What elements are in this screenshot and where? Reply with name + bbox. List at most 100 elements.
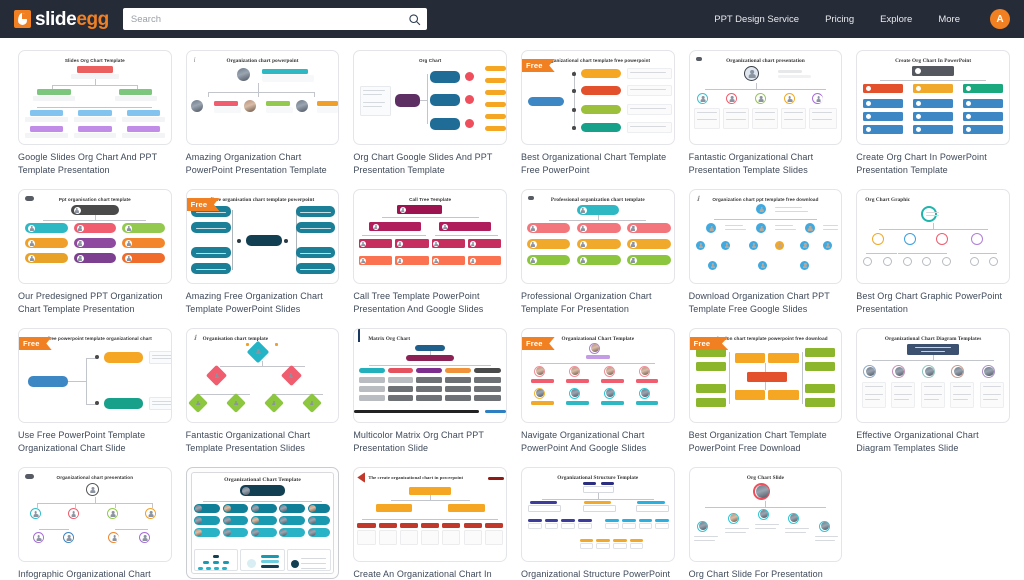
slide-heading: Organizational chart presentation [726,58,805,64]
template-thumbnail[interactable]: Free Organizational Chart Template [520,328,675,423]
template-title[interactable]: Navigate Organizational Chart PowerPoint… [521,429,675,454]
template-thumbnail[interactable]: ℹ Organization chart ppt template free d… [688,189,843,284]
template-thumbnail[interactable]: Organizational Chart Template [185,467,340,579]
template-card[interactable]: Free Use free powerpoint template organi… [18,328,172,454]
template-title[interactable]: Organizational Structure PowerPoint Temp… [521,568,675,580]
slide-heading: Org Chart Slide [746,475,785,481]
template-card[interactable]: Slides Org Chart Template Google Slides … [18,50,172,176]
bundle-slide-thumb[interactable] [193,549,239,571]
template-title[interactable]: Google Slides Org Chart And PPT Template… [18,151,172,176]
info-icon: ℹ [696,195,700,203]
template-title[interactable]: Call Tree Template PowerPoint Presentati… [353,290,507,315]
template-card[interactable]: The create organizational chart in power… [353,467,507,580]
template-card[interactable]: Matrix Org Chart Multicolor Matrix Org C… [353,328,507,454]
template-card[interactable]: Free Organizational chart template free … [520,50,675,176]
template-card[interactable]: Call Tree Template Call Tree Template Po… [353,189,507,315]
template-card[interactable]: ℹ Organisation chart template Fantastic … [185,328,340,454]
template-thumbnail[interactable]: Organizational chart presentation [688,50,843,145]
search-bar[interactable] [122,8,427,30]
template-title[interactable]: Org Chart Slide For Presentation Templat… [689,568,843,580]
thumbnail-art [690,64,842,142]
template-card[interactable]: Professional organization chart template [520,189,675,315]
template-title[interactable]: Amazing Organization Chart PowerPoint Pr… [186,151,340,176]
template-title[interactable]: Org Chart Google Slides And PPT Presenta… [353,151,507,176]
template-card[interactable]: Org Chart Slide Org Chart Slide For Pres… [688,467,843,580]
template-title[interactable]: Fantastic Organizational Chart Presentat… [689,151,843,176]
template-thumbnail[interactable]: Professional organization chart template [520,189,675,284]
slide-heading: Create Org Chart In PowerPoint [895,58,972,64]
template-thumbnail[interactable]: Free Free organisation chart template po… [185,189,340,284]
template-thumbnail[interactable]: i Organization chart powerpoint [185,50,340,145]
template-thumbnail[interactable]: Org Chart [353,50,507,145]
logo-text-slide: slide [35,8,77,30]
template-thumbnail[interactable]: Organizational chart presentation [18,467,172,562]
template-thumbnail[interactable]: Slides Org Chart Template [18,50,172,145]
search-input[interactable] [130,13,408,25]
nav-ppt-design-service[interactable]: PPT Design Service [714,14,799,25]
template-card[interactable]: Free Organization chart template powerpo… [688,328,843,454]
nav-explore[interactable]: Explore [880,14,912,25]
top-navbar: slideegg PPT Design Service Pricing Expl… [0,0,1024,38]
slide-heading: Organization chart powerpoint [226,58,299,64]
template-title[interactable]: Create An Organizational Chart In PowerP… [353,568,507,580]
template-thumbnail[interactable]: Org Chart Slide [688,467,843,562]
nav-pricing[interactable]: Pricing [825,14,854,25]
bundle-slide-thumb[interactable] [286,549,332,571]
template-card[interactable]: ℹ Organization chart ppt template free d… [688,189,843,315]
slide-heading: Slides Org Chart Template [64,58,125,63]
template-card-bundle[interactable]: Organizational Chart Template [185,467,340,580]
template-thumbnail[interactable]: ℹ Organisation chart template [185,328,340,423]
template-card[interactable]: Org Chart Org Chart Google Slides And PP… [353,50,507,176]
template-card[interactable]: Org Chart Graphic Best Org Chart Graphic… [856,189,1010,315]
template-masonry-grid: Slides Org Chart Template Google Slides … [18,50,1010,580]
template-title[interactable]: Multicolor Matrix Org Chart PPT Presenta… [353,429,507,454]
template-title[interactable]: Create Org Chart In PowerPoint Presentat… [856,151,1010,176]
thumbnail-art [19,64,171,142]
template-title[interactable]: Our Predesigned PPT Organization Chart T… [18,290,172,315]
template-title[interactable]: Amazing Free Organization Chart Template… [186,290,340,315]
egg-logo-icon [14,10,31,28]
template-thumbnail[interactable]: Free Organization chart template powerpo… [688,328,843,423]
template-thumbnail[interactable]: Matrix Org Chart [353,328,507,423]
template-card[interactable]: Free Free organisation chart template po… [185,189,340,315]
slide-heading: Call Tree Template [409,197,452,202]
brand-watermark-icon [25,474,34,479]
template-card[interactable]: Free Organizational Chart Template Navig… [520,328,675,454]
thumbnail-art [857,64,1009,142]
template-title[interactable]: Best Organizational Chart Template Free … [521,151,675,176]
template-grid-area: Slides Org Chart Template Google Slides … [0,38,1024,580]
template-title[interactable]: Effective Organizational Chart Diagram T… [856,429,1010,454]
template-thumbnail[interactable]: Create Org Chart In PowerPoint [856,50,1010,145]
avatar[interactable]: A [990,9,1010,29]
template-title[interactable]: Fantastic Organizational Chart Template … [186,429,340,454]
template-title[interactable]: Infographic Organizational Chart Present… [18,568,172,580]
template-thumbnail[interactable]: The create organizational chart in power… [353,467,507,562]
site-logo[interactable]: slideegg [8,10,109,29]
template-card[interactable]: Ppt organisation chart template Our Pred… [18,189,172,315]
template-thumbnail[interactable]: Organizational Structure Template [520,467,675,562]
template-thumbnail[interactable]: Organizational Chart Diagram Templates [856,328,1010,423]
template-thumbnail[interactable]: Call Tree Template [353,189,507,284]
nav-more[interactable]: More [938,14,960,25]
template-thumbnail[interactable]: Free Use free powerpoint template organi… [18,328,172,423]
template-card[interactable]: Create Org Chart In PowerPoint Create Or… [856,50,1010,176]
template-thumbnail[interactable]: Ppt organisation chart template [18,189,172,284]
search-icon[interactable] [408,13,421,26]
template-thumbnail[interactable]: Org Chart Graphic [856,189,1010,284]
template-card[interactable]: Organizational chart presentation [18,467,172,580]
template-card[interactable]: Organizational Structure Template Organi… [520,467,675,580]
template-card[interactable]: i Organization chart powerpoint Amazing … [185,50,340,176]
template-title[interactable]: Use Free PowerPoint Template Organizatio… [18,429,172,454]
template-title[interactable]: Download Organization Chart PPT Template… [689,290,843,315]
template-card[interactable]: Organizational chart presentation [688,50,843,176]
template-title[interactable]: Professional Organization Chart Template… [521,290,675,315]
template-card[interactable]: Organizational Chart Diagram Templates E… [856,328,1010,454]
bundle-slide-thumb[interactable] [240,549,285,571]
template-title[interactable]: Best Organization Chart Template PowerPo… [689,429,843,454]
brand-watermark-icon [695,57,702,61]
template-title[interactable]: Best Org Chart Graphic PowerPoint Presen… [856,290,1010,315]
slide-heading: Organisation chart template [202,336,269,342]
thumbnail-art [192,483,334,542]
thumbnail-art [187,340,339,420]
template-thumbnail[interactable]: Free Organizational chart template free … [520,50,675,145]
